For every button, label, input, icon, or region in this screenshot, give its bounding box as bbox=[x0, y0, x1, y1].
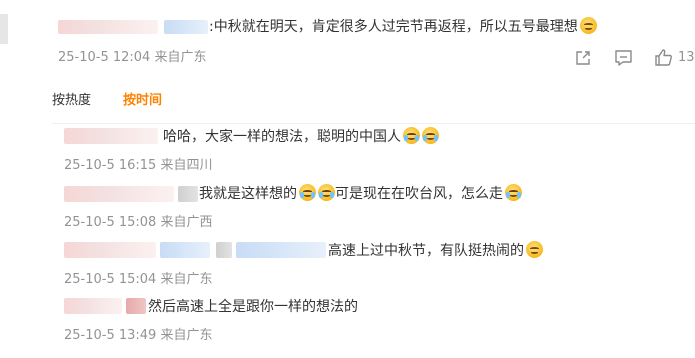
comment-text: :中秋就在明天，肯定很多人过完节再返程，所以五号最理想 bbox=[209, 17, 597, 37]
reply-text: 然后高速上全是跟你一样的想法的 bbox=[148, 297, 358, 317]
reply-timestamp: 25-10-5 15:08 bbox=[64, 215, 157, 230]
reply-username-blurred[interactable] bbox=[160, 242, 210, 258]
reply-text: 我就是这样想的 可是现在在吹台风，怎么走 bbox=[199, 184, 522, 204]
divider bbox=[52, 123, 695, 124]
reply-meta: 25-10-5 13:49 来自广东 bbox=[64, 327, 213, 345]
reply-text-content: 高速上过中秋节，有队挺热闹的 bbox=[328, 243, 524, 259]
reply-location: 来自广西 bbox=[160, 215, 213, 230]
reply-username-blurred[interactable] bbox=[236, 242, 326, 258]
reply-location: 来自广东 bbox=[160, 272, 213, 287]
reply-username-blurred[interactable] bbox=[64, 242, 156, 258]
reply-meta: 25-10-5 15:04 来自广东 bbox=[64, 271, 213, 289]
reply-timestamp: 25-10-5 16:15 bbox=[64, 158, 157, 173]
reply-text: 哈哈，大家一样的想法，聪明的中国人 bbox=[163, 127, 439, 147]
grin-emoji-icon bbox=[579, 17, 597, 34]
reply-username-blurred[interactable] bbox=[64, 128, 158, 144]
comment-text-content: :中秋就在明天，肯定很多人过完节再返程，所以五号最理想 bbox=[209, 19, 578, 35]
username-blurred[interactable] bbox=[164, 20, 208, 34]
reply-timestamp: 25-10-5 13:49 bbox=[64, 328, 157, 343]
reply-location: 来自四川 bbox=[160, 158, 213, 173]
comment-location: 来自广东 bbox=[154, 50, 207, 65]
reply-text-content: 可是现在在吹台风，怎么走 bbox=[335, 186, 503, 202]
laugh-cry-emoji-icon bbox=[318, 184, 335, 201]
reply-text-content: 然后高速上全是跟你一样的想法的 bbox=[148, 299, 358, 315]
reply-username-blurred[interactable] bbox=[64, 186, 174, 202]
reply-text-content: 我就是这样想的 bbox=[199, 186, 297, 202]
laugh-cry-emoji-icon bbox=[422, 127, 439, 144]
reply-username-blurred[interactable] bbox=[126, 298, 146, 314]
reply-meta: 25-10-5 15:08 来自广西 bbox=[64, 214, 213, 232]
reply-location: 来自广东 bbox=[160, 328, 213, 343]
comment-timestamp: 25-10-5 12:04 bbox=[58, 50, 151, 65]
like-count: 13 bbox=[678, 50, 695, 65]
reply-meta: 25-10-5 16:15 来自四川 bbox=[64, 157, 213, 175]
reply-username-blurred[interactable] bbox=[216, 242, 232, 258]
reply-text: 高速上过中秋节，有队挺热闹的 bbox=[328, 241, 543, 261]
share-icon[interactable] bbox=[574, 49, 592, 67]
reply-text-content: 哈哈，大家一样的想法，聪明的中国人 bbox=[163, 129, 401, 145]
laugh-cry-emoji-icon bbox=[505, 184, 522, 201]
reply-timestamp: 25-10-5 15:04 bbox=[64, 272, 157, 287]
like-icon[interactable] bbox=[654, 48, 673, 67]
comment-icon[interactable] bbox=[614, 49, 633, 67]
comment-meta: 25-10-5 12:04 来自广东 bbox=[58, 49, 207, 67]
avatar-placeholder bbox=[0, 14, 8, 44]
reply-username-blurred[interactable] bbox=[64, 298, 122, 314]
username-blurred[interactable] bbox=[58, 20, 158, 34]
laugh-cry-emoji-icon bbox=[403, 127, 420, 144]
tab-sort-by-heat[interactable]: 按热度 bbox=[52, 92, 91, 110]
laugh-cry-emoji-icon bbox=[299, 184, 316, 201]
tab-sort-by-time[interactable]: 按时间 bbox=[123, 92, 162, 110]
reply-username-blurred[interactable] bbox=[178, 186, 198, 202]
grin-emoji-icon bbox=[526, 241, 543, 258]
